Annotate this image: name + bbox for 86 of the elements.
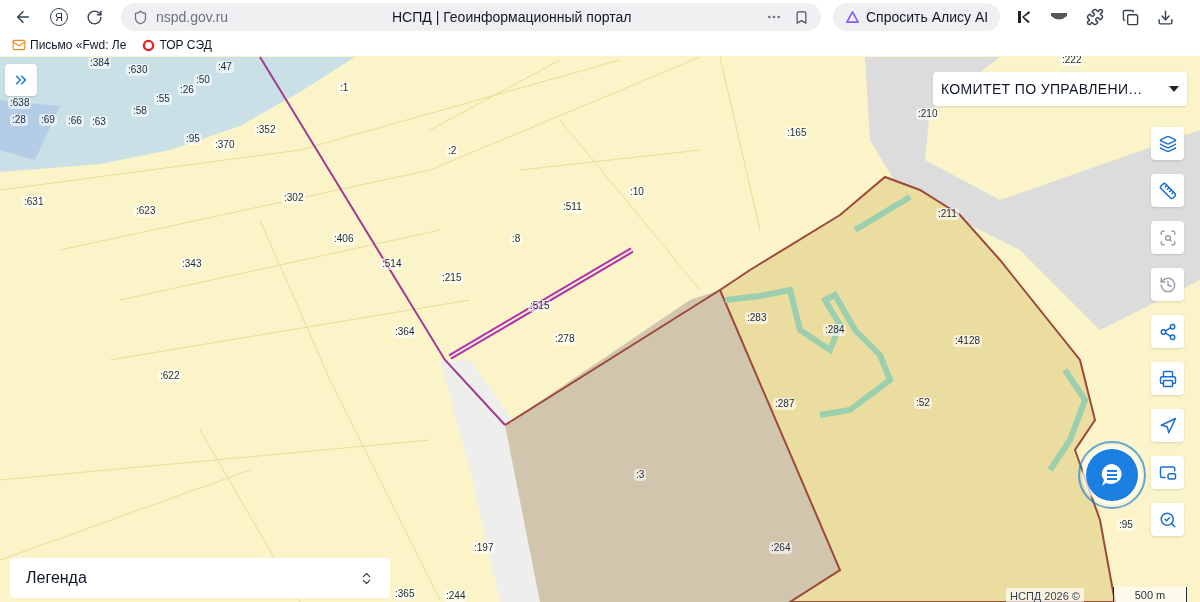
parcel-number-label: :622 xyxy=(158,370,182,382)
parcel-number-label: :58 xyxy=(131,105,149,117)
map-scale-bar: 500 m xyxy=(1113,587,1187,602)
parcel-number-label: :278 xyxy=(553,333,577,345)
map-tool-button[interactable] xyxy=(1151,362,1184,395)
back-icon[interactable] xyxy=(14,8,32,26)
navigation-arrow-icon xyxy=(1158,416,1177,435)
bookmark-link[interactable]: Письмо «Fwd: Ле xyxy=(30,36,127,54)
bookmark-icon[interactable] xyxy=(794,9,809,25)
parcel-number-label: :343 xyxy=(180,258,204,270)
ring-icon xyxy=(142,38,156,52)
parcel-number-label: :210 xyxy=(916,108,940,120)
ruler-icon xyxy=(1158,181,1177,200)
parcel-number-label: :55 xyxy=(154,93,172,105)
parcel-number-label: :47 xyxy=(216,61,234,73)
parcel-number-label: :244 xyxy=(444,590,468,602)
caret-icon xyxy=(1169,86,1179,92)
parcel-number-label: :623 xyxy=(134,205,158,217)
parcel-number-label: :95 xyxy=(184,133,202,145)
parcel-number-label: :283 xyxy=(745,312,769,324)
parcel-number-label: :302 xyxy=(282,192,306,204)
address-bar[interactable]: nspd.gov.ru НСПД | Геоинформационный портал xyxy=(121,3,821,31)
mail-icon xyxy=(12,38,26,52)
parcel-number-label: :50 xyxy=(194,74,212,86)
layers-icon xyxy=(1158,134,1177,153)
parcel-number-label: :2 xyxy=(446,145,459,157)
parcel-number-label: :384 xyxy=(88,57,112,69)
parcel-number-label: :287 xyxy=(773,398,797,410)
parcel-number-label: :52 xyxy=(914,397,932,409)
parcel-number-label: :4128 xyxy=(953,335,983,347)
parcel-number-label: :10 xyxy=(628,186,646,198)
parcel-number-label: :222 xyxy=(1060,56,1084,66)
bookmark-link[interactable]: ТОР СЭД xyxy=(159,36,212,54)
layer-select-dropdown[interactable]: КОМИТЕТ ПО УПРАВЛЕНИ… xyxy=(933,72,1187,106)
map-tool-button[interactable] xyxy=(1151,503,1184,536)
extension-logo-icon[interactable] xyxy=(1016,9,1033,25)
map-attribution: НСПД 2026 © xyxy=(1006,588,1084,602)
parcel-number-label: :352 xyxy=(254,124,278,136)
triangle-icon xyxy=(845,9,860,25)
map-tool-button[interactable] xyxy=(1151,409,1184,442)
parcel-number-label: :197 xyxy=(472,542,496,554)
tabs-icon[interactable] xyxy=(1122,8,1140,26)
parcel-number-label: :66 xyxy=(66,115,84,127)
share-icon xyxy=(1158,322,1177,341)
parcel-number-label: :631 xyxy=(22,196,46,208)
parcel-number-label: :364 xyxy=(393,326,417,338)
parcel-number-label: :69 xyxy=(39,114,57,126)
parcel-number-label: :3 xyxy=(634,469,647,481)
extensions-icon[interactable] xyxy=(1086,8,1105,26)
parcel-number-label: :515 xyxy=(528,300,552,312)
map-tool-button[interactable] xyxy=(1151,315,1184,348)
shield-icon xyxy=(133,9,148,25)
parcel-number-label: :95 xyxy=(1117,519,1135,531)
parcel-number-label: :365 xyxy=(393,588,417,600)
expand-panel-button[interactable] xyxy=(5,64,37,96)
reload-icon[interactable] xyxy=(86,8,103,26)
url-text: nspd.gov.ru xyxy=(156,7,230,27)
map-tool-button[interactable] xyxy=(1151,127,1184,160)
parcel-number-label: :630 xyxy=(126,64,150,76)
page-title: НСПД | Геоинформационный портал xyxy=(392,7,633,27)
parcel-number-label: :1 xyxy=(338,82,351,94)
map-tool-button[interactable] xyxy=(1151,456,1184,489)
parcel-number-label: :215 xyxy=(440,272,464,284)
ask-alice-button[interactable]: Спросить Алису AI xyxy=(833,3,1001,31)
history-icon xyxy=(1158,275,1177,294)
parcel-number-label: :63 xyxy=(90,116,108,128)
legend-panel[interactable]: Легенда xyxy=(10,558,390,598)
parcel-number-label: :264 xyxy=(769,542,793,554)
download-icon[interactable] xyxy=(1157,8,1175,26)
picture-in-picture-icon xyxy=(1158,463,1177,482)
parcel-number-label: :511 xyxy=(561,201,584,213)
parcel-number-label: :26 xyxy=(178,84,196,96)
area-search-icon xyxy=(1158,228,1177,247)
parcel-number-label: :514 xyxy=(380,258,404,270)
parcel-number-label: :284 xyxy=(823,324,847,336)
water-channel xyxy=(0,100,60,160)
parcel-number-label: :406 xyxy=(332,233,356,245)
parcel-number-label: :8 xyxy=(510,233,523,245)
parcel-number-label: :28 xyxy=(10,114,28,126)
print-icon xyxy=(1158,369,1177,388)
parcel-number-label: :211 xyxy=(936,208,959,220)
parcel-number-label: :638 xyxy=(8,97,32,109)
parcel-number-label: :370 xyxy=(213,139,237,151)
map-tool-button[interactable] xyxy=(1151,174,1184,207)
parcel-number-label: :165 xyxy=(785,127,809,139)
location-search-icon xyxy=(1158,510,1177,529)
